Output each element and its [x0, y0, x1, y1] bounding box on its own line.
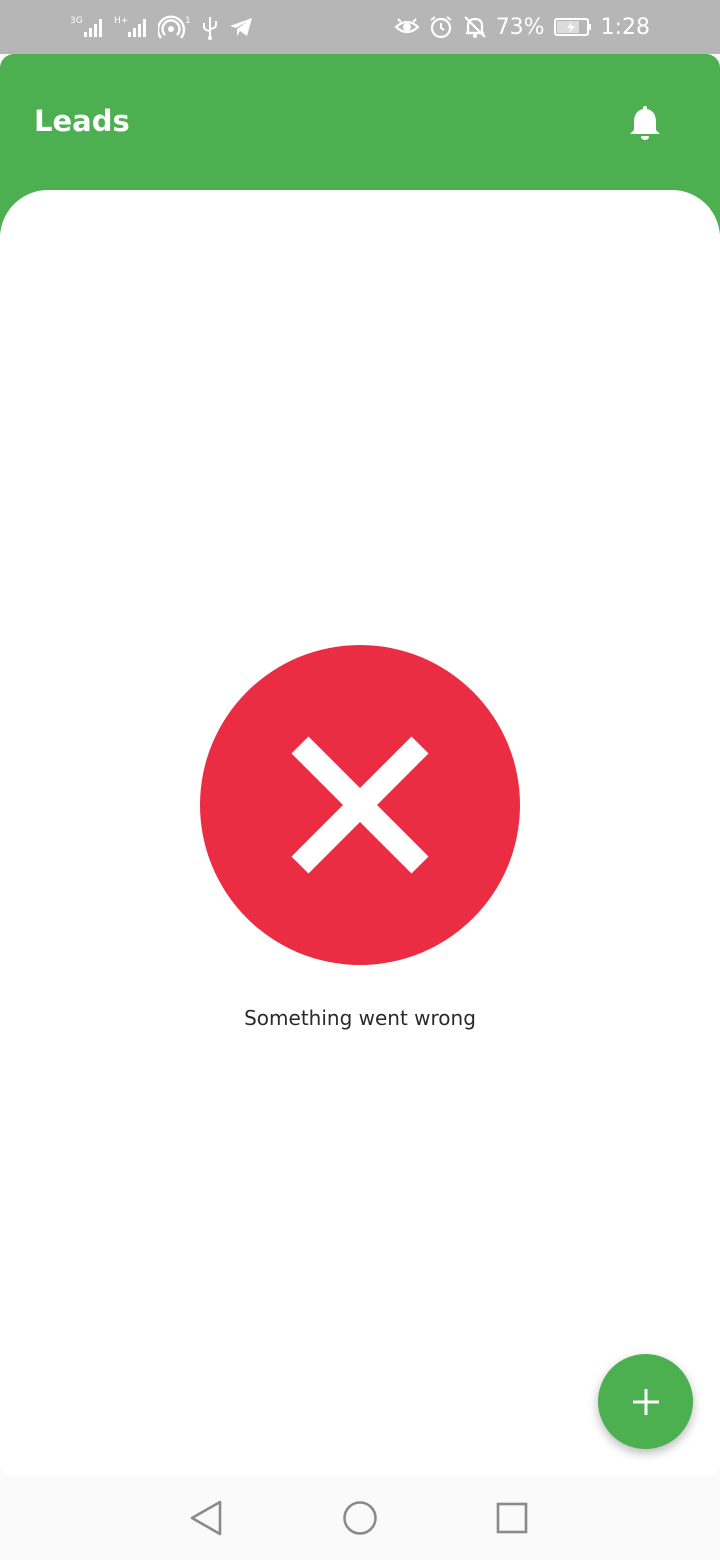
leads-screen: 3G H+ 1 73% 1:28 Leads Something went wr…: [0, 0, 720, 1560]
alarm-icon: [428, 14, 454, 40]
svg-text:3G: 3G: [70, 16, 83, 26]
nav-recents-button[interactable]: [492, 1498, 532, 1538]
home-icon: [343, 1501, 377, 1535]
status-time: 1:28: [600, 14, 650, 40]
recents-icon: [496, 1502, 528, 1534]
nav-home-button[interactable]: [340, 1498, 380, 1538]
error-status-circle: [200, 645, 520, 965]
bell-icon: [630, 106, 660, 140]
close-icon: [291, 736, 429, 874]
page-title: Leads: [34, 104, 130, 138]
h-plus-signal-icon: H+: [114, 14, 150, 40]
back-icon: [190, 1500, 222, 1536]
hotspot-icon: 1: [158, 14, 192, 40]
error-message: Something went wrong: [244, 1006, 476, 1030]
svg-text:H+: H+: [114, 16, 128, 26]
usb-icon: [200, 14, 220, 40]
telegram-icon: [228, 14, 254, 40]
3g-signal-icon: 3G: [70, 14, 106, 40]
system-nav-bar: [0, 1476, 720, 1560]
status-bar: 3G H+ 1 73% 1:28: [0, 0, 720, 54]
svg-text:1: 1: [185, 16, 191, 26]
plus-icon: [632, 1388, 659, 1415]
add-lead-button[interactable]: [598, 1354, 693, 1449]
status-bar-right: 73% 1:28: [394, 10, 650, 44]
notifications-off-icon: [462, 14, 488, 40]
eye-icon: [394, 14, 420, 40]
content-card: Something went wrong: [0, 190, 720, 1476]
battery-percent: 73%: [495, 14, 545, 40]
nav-back-button[interactable]: [186, 1498, 226, 1538]
status-bar-left: 3G H+ 1: [70, 10, 254, 44]
battery-icon: [553, 14, 593, 40]
notifications-button[interactable]: [620, 98, 670, 148]
